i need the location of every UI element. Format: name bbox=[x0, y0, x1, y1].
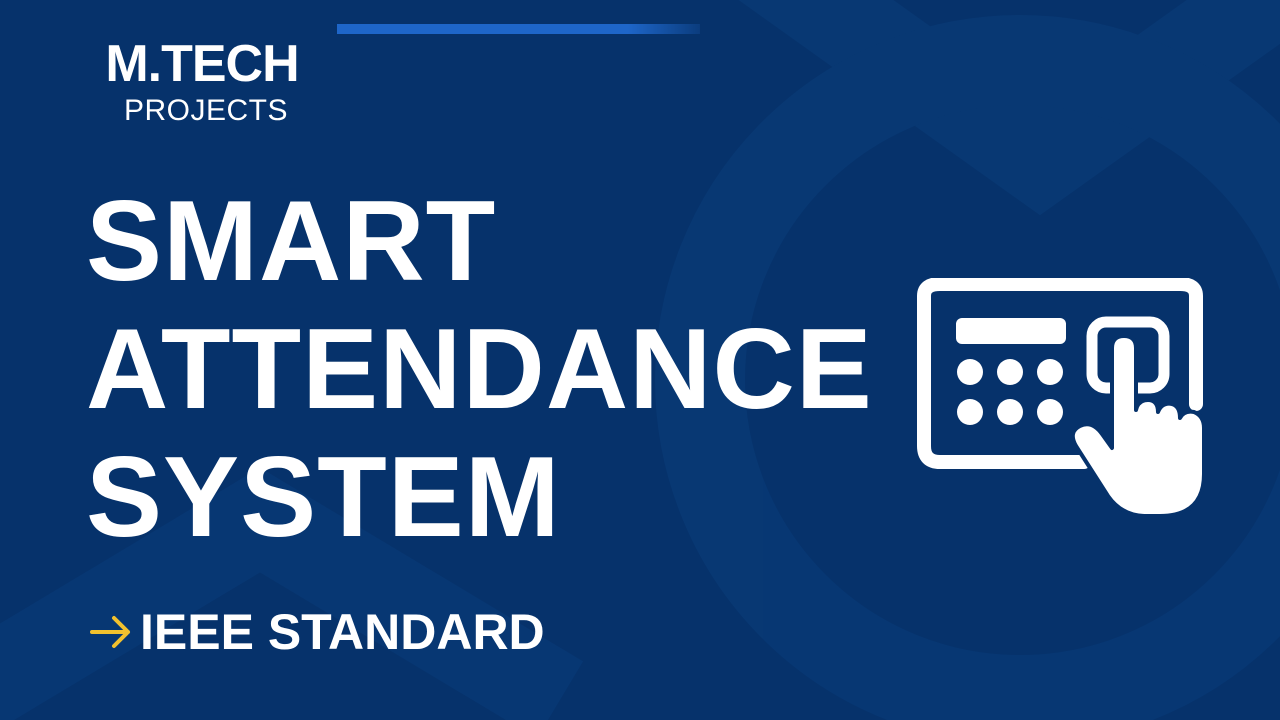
brand-name: M.TECH bbox=[105, 35, 299, 93]
title-line-3: SYSTEM bbox=[86, 434, 561, 561]
banner: M.TECH PROJECTS SMART ATTENDANCE SYSTEM … bbox=[0, 0, 1280, 720]
brand-logo: M.TECH PROJECTS bbox=[92, 36, 312, 128]
tagline: IEEE STANDARD bbox=[88, 604, 545, 660]
page-title: SMART ATTENDANCE SYSTEM bbox=[86, 178, 873, 562]
arrow-right-icon bbox=[90, 616, 130, 648]
title-line-1: SMART bbox=[86, 178, 497, 305]
title-line-2: ATTENDANCE bbox=[86, 306, 873, 433]
touch-keypad-icon bbox=[916, 277, 1216, 523]
tagline-text: IEEE STANDARD bbox=[140, 604, 545, 660]
top-accent-bar bbox=[337, 24, 700, 34]
brand-subtitle: PROJECTS bbox=[123, 94, 289, 127]
